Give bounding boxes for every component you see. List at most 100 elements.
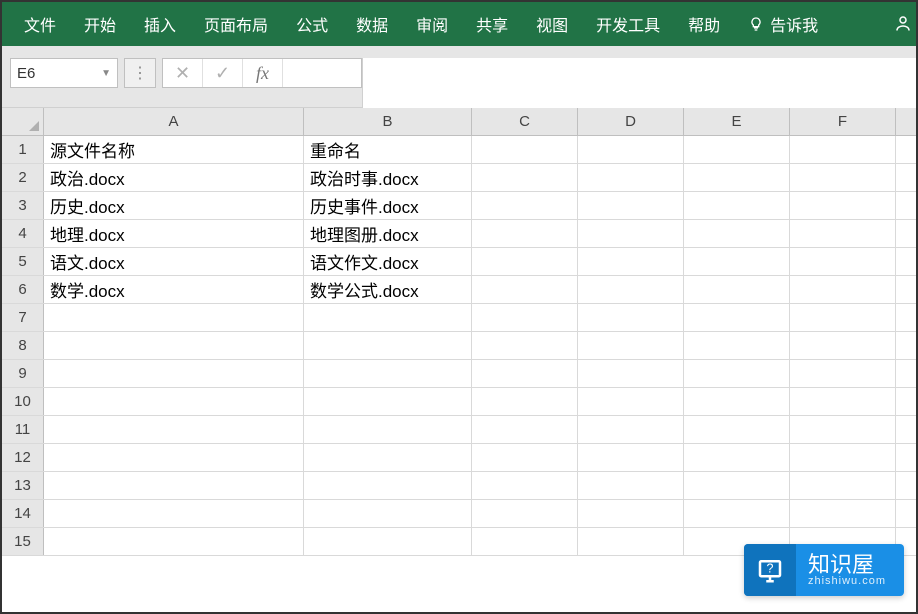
cell[interactable] (472, 164, 578, 191)
cell[interactable]: 地理.docx (44, 220, 304, 247)
row-header[interactable]: 7 (2, 304, 44, 331)
cell[interactable] (472, 136, 578, 163)
cell[interactable] (578, 220, 684, 247)
row-header[interactable]: 6 (2, 276, 44, 303)
cell[interactable] (578, 528, 684, 555)
cell[interactable] (684, 444, 790, 471)
cell[interactable] (684, 164, 790, 191)
cell[interactable] (578, 164, 684, 191)
cell[interactable] (304, 360, 472, 387)
cell[interactable] (578, 500, 684, 527)
cell[interactable] (790, 276, 896, 303)
ribbon-tab[interactable]: 视图 (522, 2, 582, 46)
cell[interactable]: 政治.docx (44, 164, 304, 191)
cell[interactable] (578, 472, 684, 499)
cell[interactable] (304, 444, 472, 471)
column-header[interactable]: F (790, 108, 896, 135)
share-icon[interactable] (894, 12, 912, 34)
cell[interactable]: 数学.docx (44, 276, 304, 303)
ribbon-tab[interactable]: 插入 (130, 2, 190, 46)
enter-icon[interactable]: ✓ (203, 59, 243, 87)
ribbon-tab[interactable]: 审阅 (402, 2, 462, 46)
cell[interactable]: 语文.docx (44, 248, 304, 275)
row-header[interactable]: 8 (2, 332, 44, 359)
cell[interactable] (472, 248, 578, 275)
cell[interactable] (578, 192, 684, 219)
cell[interactable] (790, 332, 896, 359)
cell[interactable]: 历史事件.docx (304, 192, 472, 219)
cell[interactable] (304, 472, 472, 499)
row-header[interactable]: 12 (2, 444, 44, 471)
row-header[interactable]: 11 (2, 416, 44, 443)
cell[interactable] (684, 248, 790, 275)
cell[interactable]: 地理图册.docx (304, 220, 472, 247)
cell[interactable] (304, 528, 472, 555)
ribbon-tab[interactable]: 数据 (342, 2, 402, 46)
cell[interactable] (684, 220, 790, 247)
cell[interactable] (790, 192, 896, 219)
cell[interactable] (578, 388, 684, 415)
cell[interactable] (578, 276, 684, 303)
cell[interactable] (44, 360, 304, 387)
expand-button[interactable]: ⋮ (124, 58, 156, 88)
ribbon-tab[interactable]: 共享 (462, 2, 522, 46)
cell[interactable] (790, 472, 896, 499)
cell[interactable] (472, 528, 578, 555)
row-header[interactable]: 1 (2, 136, 44, 163)
cell[interactable] (472, 500, 578, 527)
column-header[interactable]: E (684, 108, 790, 135)
cell[interactable] (472, 332, 578, 359)
row-header[interactable]: 5 (2, 248, 44, 275)
cell[interactable] (472, 276, 578, 303)
cell[interactable]: 语文作文.docx (304, 248, 472, 275)
cell[interactable] (472, 360, 578, 387)
cell[interactable] (44, 472, 304, 499)
cell[interactable]: 政治时事.docx (304, 164, 472, 191)
cell[interactable]: 数学公式.docx (304, 276, 472, 303)
cell[interactable] (472, 304, 578, 331)
cell[interactable]: 重命名 (304, 136, 472, 163)
cell[interactable] (578, 444, 684, 471)
column-header[interactable]: B (304, 108, 472, 135)
cell[interactable] (578, 416, 684, 443)
cell[interactable] (684, 136, 790, 163)
tellme-button[interactable]: 告诉我 (734, 2, 832, 46)
ribbon-tab[interactable]: 帮助 (674, 2, 734, 46)
cell[interactable] (44, 416, 304, 443)
cell[interactable] (790, 304, 896, 331)
cell[interactable] (472, 220, 578, 247)
fx-icon[interactable]: fx (243, 59, 283, 87)
ribbon-tab[interactable]: 开始 (70, 2, 130, 46)
cell[interactable] (684, 416, 790, 443)
cell[interactable] (472, 416, 578, 443)
cell[interactable] (578, 248, 684, 275)
cell[interactable] (790, 220, 896, 247)
cell[interactable] (472, 192, 578, 219)
cell[interactable] (790, 164, 896, 191)
cell[interactable] (44, 444, 304, 471)
cell[interactable] (790, 136, 896, 163)
row-header[interactable]: 10 (2, 388, 44, 415)
cell[interactable] (578, 304, 684, 331)
cell[interactable] (304, 388, 472, 415)
row-header[interactable]: 15 (2, 528, 44, 555)
row-header[interactable]: 13 (2, 472, 44, 499)
row-header[interactable]: 9 (2, 360, 44, 387)
cell[interactable] (684, 332, 790, 359)
cancel-icon[interactable]: ✕ (163, 59, 203, 87)
cell[interactable] (304, 416, 472, 443)
ribbon-tab[interactable]: 文件 (10, 2, 70, 46)
row-header[interactable]: 14 (2, 500, 44, 527)
ribbon-tab[interactable]: 公式 (282, 2, 342, 46)
cell[interactable] (684, 276, 790, 303)
cell[interactable] (790, 500, 896, 527)
cell[interactable] (578, 332, 684, 359)
cell[interactable] (684, 360, 790, 387)
cell[interactable] (44, 528, 304, 555)
cell[interactable] (472, 472, 578, 499)
dropdown-icon[interactable]: ▼ (101, 68, 111, 79)
cell[interactable]: 源文件名称 (44, 136, 304, 163)
row-header[interactable]: 4 (2, 220, 44, 247)
select-all-corner[interactable] (2, 108, 44, 135)
cell[interactable] (790, 360, 896, 387)
